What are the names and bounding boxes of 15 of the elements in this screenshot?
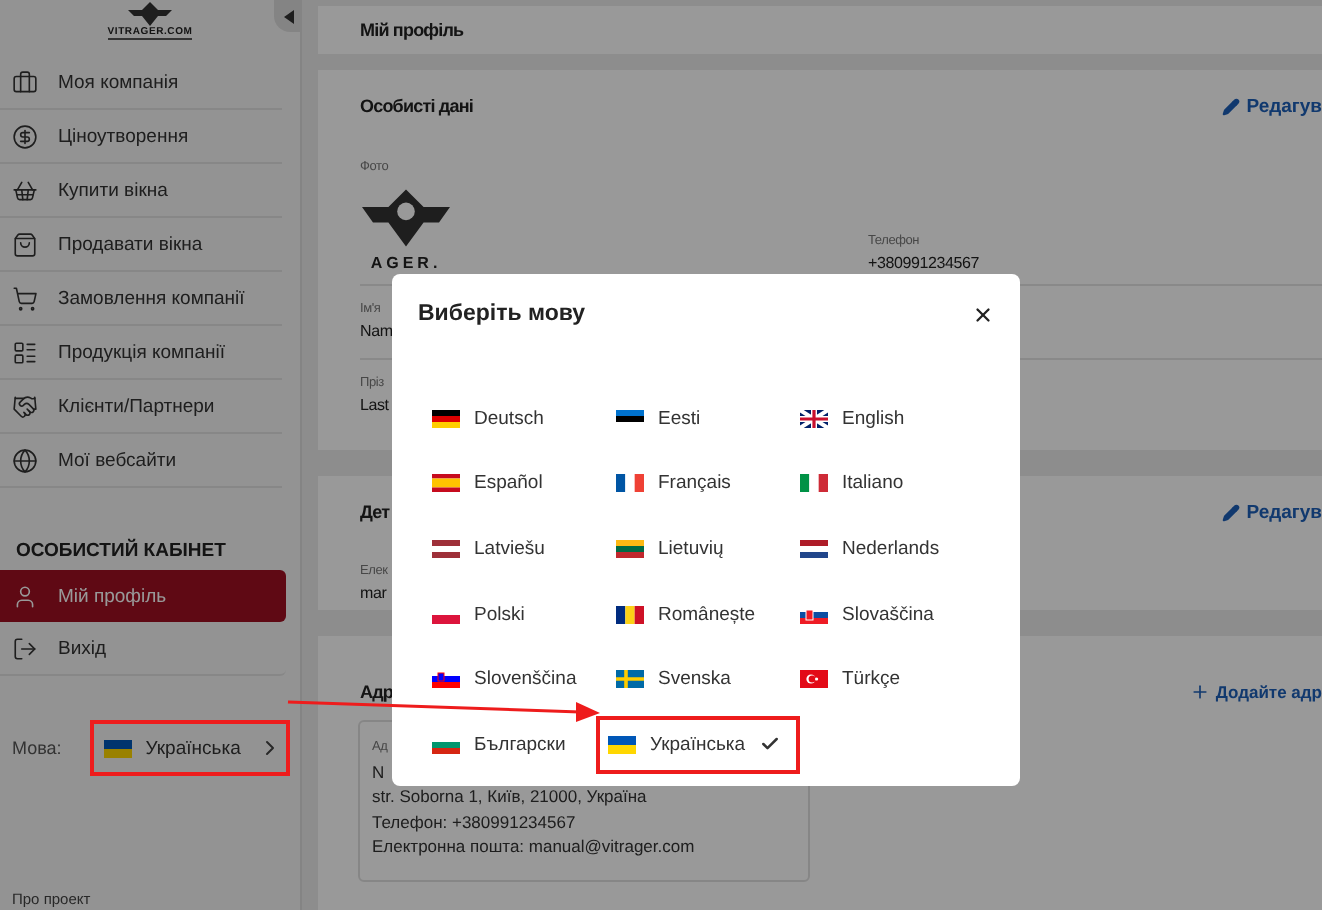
page-title: Мій профіль (360, 20, 464, 40)
field-value: Last (360, 396, 391, 414)
language-label: Мова: (12, 738, 62, 758)
card-title: Адр (360, 682, 394, 702)
field-value: +380991234567 (868, 254, 981, 272)
section-title: ОСОБИСТИЙ КАБІНЕТ (14, 536, 228, 566)
card-title: Дет (360, 502, 390, 522)
field-value: mar (360, 584, 389, 602)
address-line: Телефон: +380991234567 (372, 809, 576, 835)
card-title: Особисті дані (360, 96, 473, 116)
address-line: Електронна пошта: manual@vitrager.com (372, 834, 695, 860)
address-line: N (372, 760, 385, 785)
address-line: str. Soborna 1, Київ, 21000, Україна (372, 784, 647, 810)
field-value: Nam (360, 322, 395, 340)
dialog-title: Виберіть мову (418, 302, 586, 326)
